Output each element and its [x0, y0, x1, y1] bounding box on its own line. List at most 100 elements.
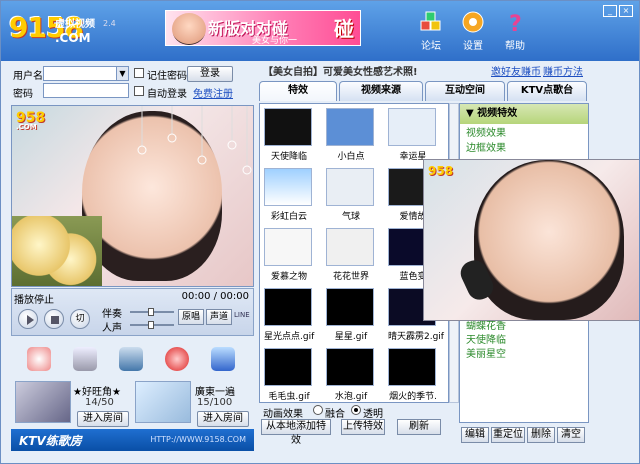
effect-cell[interactable]: 爱慕之物: [264, 228, 314, 286]
clear-button[interactable]: 清空: [557, 427, 585, 443]
tab-interactive[interactable]: 互动空间: [425, 81, 505, 101]
effect-label: 晴天霹雳2.gif: [388, 332, 444, 342]
vocal-label: 人声: [102, 323, 122, 334]
notice-text[interactable]: 【美女自拍】可爱美女性感艺术照!: [263, 63, 513, 78]
play-button[interactable]: [18, 309, 38, 329]
list-item[interactable]: 美丽星空: [460, 348, 588, 362]
original-button[interactable]: 原唱: [178, 309, 204, 325]
cut-button[interactable]: 切: [70, 309, 90, 329]
record-icon[interactable]: [165, 347, 189, 371]
logo-subtitle: 虚拟视频: [55, 19, 95, 30]
transparent-radio[interactable]: [351, 405, 361, 415]
accompany-knob[interactable]: [148, 308, 154, 316]
video-display: 958 .COM: [11, 105, 254, 287]
effects-list-sub[interactable]: 边框效果: [460, 139, 588, 154]
effect-thumb: [326, 348, 374, 386]
tab-video-source[interactable]: 视频来源: [339, 81, 423, 101]
tab-ktv[interactable]: KTV点歌台: [507, 81, 587, 101]
effect-label: 水泡.gif: [334, 392, 368, 402]
settings-button[interactable]: 设置: [453, 9, 493, 52]
remember-label: 记住密码: [147, 71, 187, 82]
effect-label: 花花世界: [332, 272, 369, 282]
enter-room-button-1[interactable]: 进入房间: [77, 411, 129, 427]
reposition-button[interactable]: 重定位: [491, 427, 525, 443]
remember-checkbox[interactable]: [134, 68, 144, 78]
video-preview-popup[interactable]: 958: [423, 159, 639, 321]
login-button[interactable]: 登录: [187, 66, 233, 82]
blend-radio[interactable]: [313, 405, 323, 415]
effect-label: 天使降临: [270, 152, 307, 162]
app-logo: 9158 虚拟视频 2.4 .COM: [9, 7, 116, 51]
effect-label: 爱慕之物: [270, 272, 307, 282]
logo-com: .COM: [55, 31, 91, 45]
add-local-effect-button[interactable]: 从本地添加特效: [261, 419, 331, 446]
effect-cell[interactable]: 天使降临: [264, 108, 314, 166]
banner-tagline: 美女与你一: [252, 36, 298, 46]
earn-coins-link[interactable]: 赚币方法: [543, 63, 583, 78]
effect-label: 毛毛虫.gif: [268, 392, 310, 402]
hanging-ornaments-decoration: [137, 106, 252, 175]
transparent-label: 透明: [363, 409, 383, 420]
username-label: 用户名: [13, 71, 43, 82]
forum-label: 论坛: [421, 41, 441, 52]
list-item[interactable]: 天使降临: [460, 334, 588, 348]
ktv-banner[interactable]: KTV练歌房 HTTP://WWW.9158.COM: [11, 429, 254, 451]
upload-effect-button[interactable]: 上传特效: [341, 419, 385, 435]
preview-watermark: 958: [428, 164, 454, 178]
refresh-button[interactable]: 刷新: [397, 419, 441, 435]
effect-thumb: [264, 288, 312, 326]
effect-label: 星星.gif: [334, 332, 368, 342]
effect-cell[interactable]: 毛毛虫.gif: [264, 348, 314, 402]
effects-list-selected[interactable]: 视频效果: [460, 124, 588, 139]
password-label: 密码: [13, 89, 33, 100]
screen-icon[interactable]: [211, 347, 235, 371]
effect-cell[interactable]: 星星.gif: [326, 288, 376, 346]
list-item[interactable]: 蝴蝶花香: [460, 320, 588, 334]
effect-thumb: [388, 348, 436, 386]
video-watermark: 958 .COM: [16, 110, 45, 131]
effect-thumb: [388, 108, 436, 146]
effect-cell[interactable]: 幸运星: [388, 108, 438, 166]
delete-button[interactable]: 删除: [527, 427, 555, 443]
effect-thumb: [264, 228, 312, 266]
video-flowers-decoration: [12, 216, 102, 286]
tab-effects[interactable]: 特效: [259, 81, 337, 101]
effect-cell[interactable]: 星光点点.gif: [264, 288, 314, 346]
help-button[interactable]: ? 帮助: [495, 9, 535, 52]
enter-room-button-2[interactable]: 进入房间: [197, 411, 249, 427]
password-input[interactable]: [43, 83, 129, 98]
username-input[interactable]: ▼: [43, 66, 129, 81]
forum-button[interactable]: 论坛: [411, 9, 451, 52]
effect-thumb: [326, 108, 374, 146]
effect-label: 烟火的季节.: [389, 392, 437, 402]
effect-cell[interactable]: 花花世界: [326, 228, 376, 286]
tab-effects-label: 特效: [288, 85, 308, 96]
play-status: 播放停止: [14, 295, 54, 306]
close-button[interactable]: ×: [619, 5, 633, 17]
effect-cell[interactable]: 气球: [326, 168, 376, 226]
effect-cell[interactable]: 彩虹白云: [264, 168, 314, 226]
room-count-1: 14/50: [85, 397, 114, 408]
chevron-down-icon[interactable]: ▼: [116, 67, 128, 80]
effect-cell[interactable]: 烟火的季节.: [388, 348, 438, 402]
stop-button[interactable]: [44, 309, 64, 329]
camera-icon[interactable]: [73, 347, 97, 371]
vocal-knob[interactable]: [148, 321, 154, 329]
room-count-2: 15/100: [197, 397, 233, 408]
ktv-title: KTV练歌房: [19, 434, 82, 448]
effect-cell[interactable]: 小白点: [326, 108, 376, 166]
settings-label: 设置: [463, 41, 483, 52]
effects-grid: 天使降临 小白点 幸运星 彩虹白云 气球 爱情故 爱慕之物 花花世界 蓝色变 星…: [259, 103, 449, 403]
invite-friends-link[interactable]: 邀好友赚币: [491, 63, 541, 78]
forbid-icon[interactable]: [27, 347, 51, 371]
edit-button[interactable]: 编辑: [461, 427, 489, 443]
ad-banner[interactable]: 新版对对碰 美女与你一 碰: [165, 10, 361, 46]
minimize-button[interactable]: _: [603, 5, 617, 17]
autologin-checkbox[interactable]: [134, 86, 144, 96]
effect-thumb: [264, 168, 312, 206]
effect-cell[interactable]: 水泡.gif: [326, 348, 376, 402]
channel-button[interactable]: 声道: [206, 309, 232, 325]
effects-list-header[interactable]: ▼ 视频特效: [460, 104, 588, 124]
register-link[interactable]: 免费注册: [193, 85, 233, 100]
picture-icon[interactable]: [119, 347, 143, 371]
